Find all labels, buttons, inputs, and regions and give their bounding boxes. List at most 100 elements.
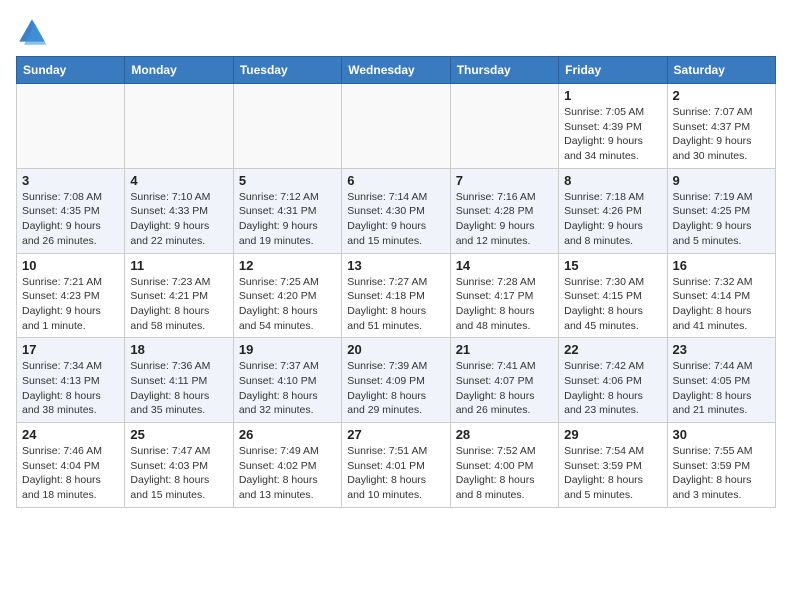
calendar-cell [125,84,233,169]
calendar: SundayMondayTuesdayWednesdayThursdayFrid… [16,56,776,508]
day-number: 14 [456,258,553,273]
day-number: 7 [456,173,553,188]
calendar-cell: 12Sunrise: 7:25 AM Sunset: 4:20 PM Dayli… [233,253,341,338]
day-number: 1 [564,88,661,103]
calendar-cell: 3Sunrise: 7:08 AM Sunset: 4:35 PM Daylig… [17,168,125,253]
weekday-header: Thursday [450,57,558,84]
day-number: 2 [673,88,770,103]
day-info: Sunrise: 7:46 AM Sunset: 4:04 PM Dayligh… [22,444,119,503]
day-number: 10 [22,258,119,273]
day-info: Sunrise: 7:28 AM Sunset: 4:17 PM Dayligh… [456,275,553,334]
calendar-cell [342,84,450,169]
calendar-cell: 9 Sunrise: 7:19 AM Sunset: 4:25 PM Daylig… [667,168,775,253]
day-number: 28 [456,427,553,442]
weekday-header: Monday [125,57,233,84]
calendar-cell: 22Sunrise: 7:42 AM Sunset: 4:06 PM Dayli… [559,338,667,423]
calendar-cell: 25 Sunrise: 7:47 AM Sunset: 4:03 PM Dayli… [125,423,233,508]
calendar-cell: 21 Sunrise: 7:41 AM Sunset: 4:07 PM Dayli… [450,338,558,423]
calendar-cell: 10 Sunrise: 7:21 AM Sunset: 4:23 PM Dayli… [17,253,125,338]
calendar-week-row: 10 Sunrise: 7:21 AM Sunset: 4:23 PM Dayli… [17,253,776,338]
weekday-header: Sunday [17,57,125,84]
calendar-cell: 5 Sunrise: 7:12 AM Sunset: 4:31 PM Daylig… [233,168,341,253]
day-info: Sunrise: 7:23 AM Sunset: 4:21 PM Dayligh… [130,275,227,334]
day-number: 5 [239,173,336,188]
day-info: Sunrise: 7:27 AM Sunset: 4:18 PM Dayligh… [347,275,444,334]
calendar-cell: 8 Sunrise: 7:18 AM Sunset: 4:26 PM Daylig… [559,168,667,253]
calendar-week-row: 17 Sunrise: 7:34 AM Sunset: 4:13 PM Dayli… [17,338,776,423]
day-number: 12 [239,258,336,273]
calendar-cell: 30 Sunrise: 7:55 AM Sunset: 3:59 PM Dayli… [667,423,775,508]
day-info: Sunrise: 7:18 AM Sunset: 4:26 PM Dayligh… [564,190,661,249]
calendar-cell: 23 Sunrise: 7:44 AM Sunset: 4:05 PM Dayli… [667,338,775,423]
calendar-cell: 19 Sunrise: 7:37 AM Sunset: 4:10 PM Dayli… [233,338,341,423]
header [16,16,776,48]
calendar-cell: 29 Sunrise: 7:54 AM Sunset: 3:59 PM Dayli… [559,423,667,508]
day-info: Sunrise: 7:16 AM Sunset: 4:28 PM Dayligh… [456,190,553,249]
calendar-cell: 16Sunrise: 7:32 AM Sunset: 4:14 PM Dayli… [667,253,775,338]
day-number: 19 [239,342,336,357]
day-number: 13 [347,258,444,273]
day-number: 16 [673,258,770,273]
calendar-cell: 24Sunrise: 7:46 AM Sunset: 4:04 PM Dayli… [17,423,125,508]
day-number: 17 [22,342,119,357]
day-info: Sunrise: 7:19 AM Sunset: 4:25 PM Dayligh… [673,190,770,249]
day-number: 21 [456,342,553,357]
day-info: Sunrise: 7:36 AM Sunset: 4:11 PM Dayligh… [130,359,227,418]
day-number: 8 [564,173,661,188]
day-number: 15 [564,258,661,273]
day-info: Sunrise: 7:34 AM Sunset: 4:13 PM Dayligh… [22,359,119,418]
day-info: Sunrise: 7:21 AM Sunset: 4:23 PM Dayligh… [22,275,119,334]
calendar-cell: 18 Sunrise: 7:36 AM Sunset: 4:11 PM Dayli… [125,338,233,423]
calendar-week-row: 24Sunrise: 7:46 AM Sunset: 4:04 PM Dayli… [17,423,776,508]
day-info: Sunrise: 7:44 AM Sunset: 4:05 PM Dayligh… [673,359,770,418]
calendar-cell: 6 Sunrise: 7:14 AM Sunset: 4:30 PM Daylig… [342,168,450,253]
weekday-header: Saturday [667,57,775,84]
day-info: Sunrise: 7:55 AM Sunset: 3:59 PM Dayligh… [673,444,770,503]
calendar-cell: 11 Sunrise: 7:23 AM Sunset: 4:21 PM Dayli… [125,253,233,338]
day-info: Sunrise: 7:47 AM Sunset: 4:03 PM Dayligh… [130,444,227,503]
calendar-cell: 14 Sunrise: 7:28 AM Sunset: 4:17 PM Dayli… [450,253,558,338]
day-info: Sunrise: 7:10 AM Sunset: 4:33 PM Dayligh… [130,190,227,249]
day-info: Sunrise: 7:37 AM Sunset: 4:10 PM Dayligh… [239,359,336,418]
weekday-header: Wednesday [342,57,450,84]
calendar-cell [450,84,558,169]
day-info: Sunrise: 7:42 AM Sunset: 4:06 PM Dayligh… [564,359,661,418]
day-info: Sunrise: 7:49 AM Sunset: 4:02 PM Dayligh… [239,444,336,503]
calendar-cell: 28 Sunrise: 7:52 AM Sunset: 4:00 PM Dayli… [450,423,558,508]
calendar-header-row: SundayMondayTuesdayWednesdayThursdayFrid… [17,57,776,84]
weekday-header: Tuesday [233,57,341,84]
day-info: Sunrise: 7:14 AM Sunset: 4:30 PM Dayligh… [347,190,444,249]
day-info: Sunrise: 7:12 AM Sunset: 4:31 PM Dayligh… [239,190,336,249]
day-info: Sunrise: 7:52 AM Sunset: 4:00 PM Dayligh… [456,444,553,503]
calendar-cell: 4 Sunrise: 7:10 AM Sunset: 4:33 PM Daylig… [125,168,233,253]
day-number: 29 [564,427,661,442]
calendar-cell [233,84,341,169]
calendar-cell: 7 Sunrise: 7:16 AM Sunset: 4:28 PM Daylig… [450,168,558,253]
day-number: 3 [22,173,119,188]
day-number: 4 [130,173,227,188]
day-info: Sunrise: 7:07 AM Sunset: 4:37 PM Dayligh… [673,105,770,164]
calendar-cell: 15 Sunrise: 7:30 AM Sunset: 4:15 PM Dayli… [559,253,667,338]
day-info: Sunrise: 7:41 AM Sunset: 4:07 PM Dayligh… [456,359,553,418]
day-number: 25 [130,427,227,442]
calendar-week-row: 3Sunrise: 7:08 AM Sunset: 4:35 PM Daylig… [17,168,776,253]
day-info: Sunrise: 7:54 AM Sunset: 3:59 PM Dayligh… [564,444,661,503]
day-number: 23 [673,342,770,357]
day-number: 9 [673,173,770,188]
calendar-cell: 27Sunrise: 7:51 AM Sunset: 4:01 PM Dayli… [342,423,450,508]
day-number: 6 [347,173,444,188]
day-info: Sunrise: 7:51 AM Sunset: 4:01 PM Dayligh… [347,444,444,503]
calendar-cell: 17 Sunrise: 7:34 AM Sunset: 4:13 PM Dayli… [17,338,125,423]
day-info: Sunrise: 7:39 AM Sunset: 4:09 PM Dayligh… [347,359,444,418]
calendar-cell: 20 Sunrise: 7:39 AM Sunset: 4:09 PM Dayli… [342,338,450,423]
logo [16,16,52,48]
day-number: 30 [673,427,770,442]
calendar-cell [17,84,125,169]
day-number: 11 [130,258,227,273]
logo-icon [16,16,48,48]
day-number: 18 [130,342,227,357]
day-number: 20 [347,342,444,357]
calendar-cell: 13 Sunrise: 7:27 AM Sunset: 4:18 PM Dayli… [342,253,450,338]
day-info: Sunrise: 7:30 AM Sunset: 4:15 PM Dayligh… [564,275,661,334]
calendar-cell: 26Sunrise: 7:49 AM Sunset: 4:02 PM Dayli… [233,423,341,508]
